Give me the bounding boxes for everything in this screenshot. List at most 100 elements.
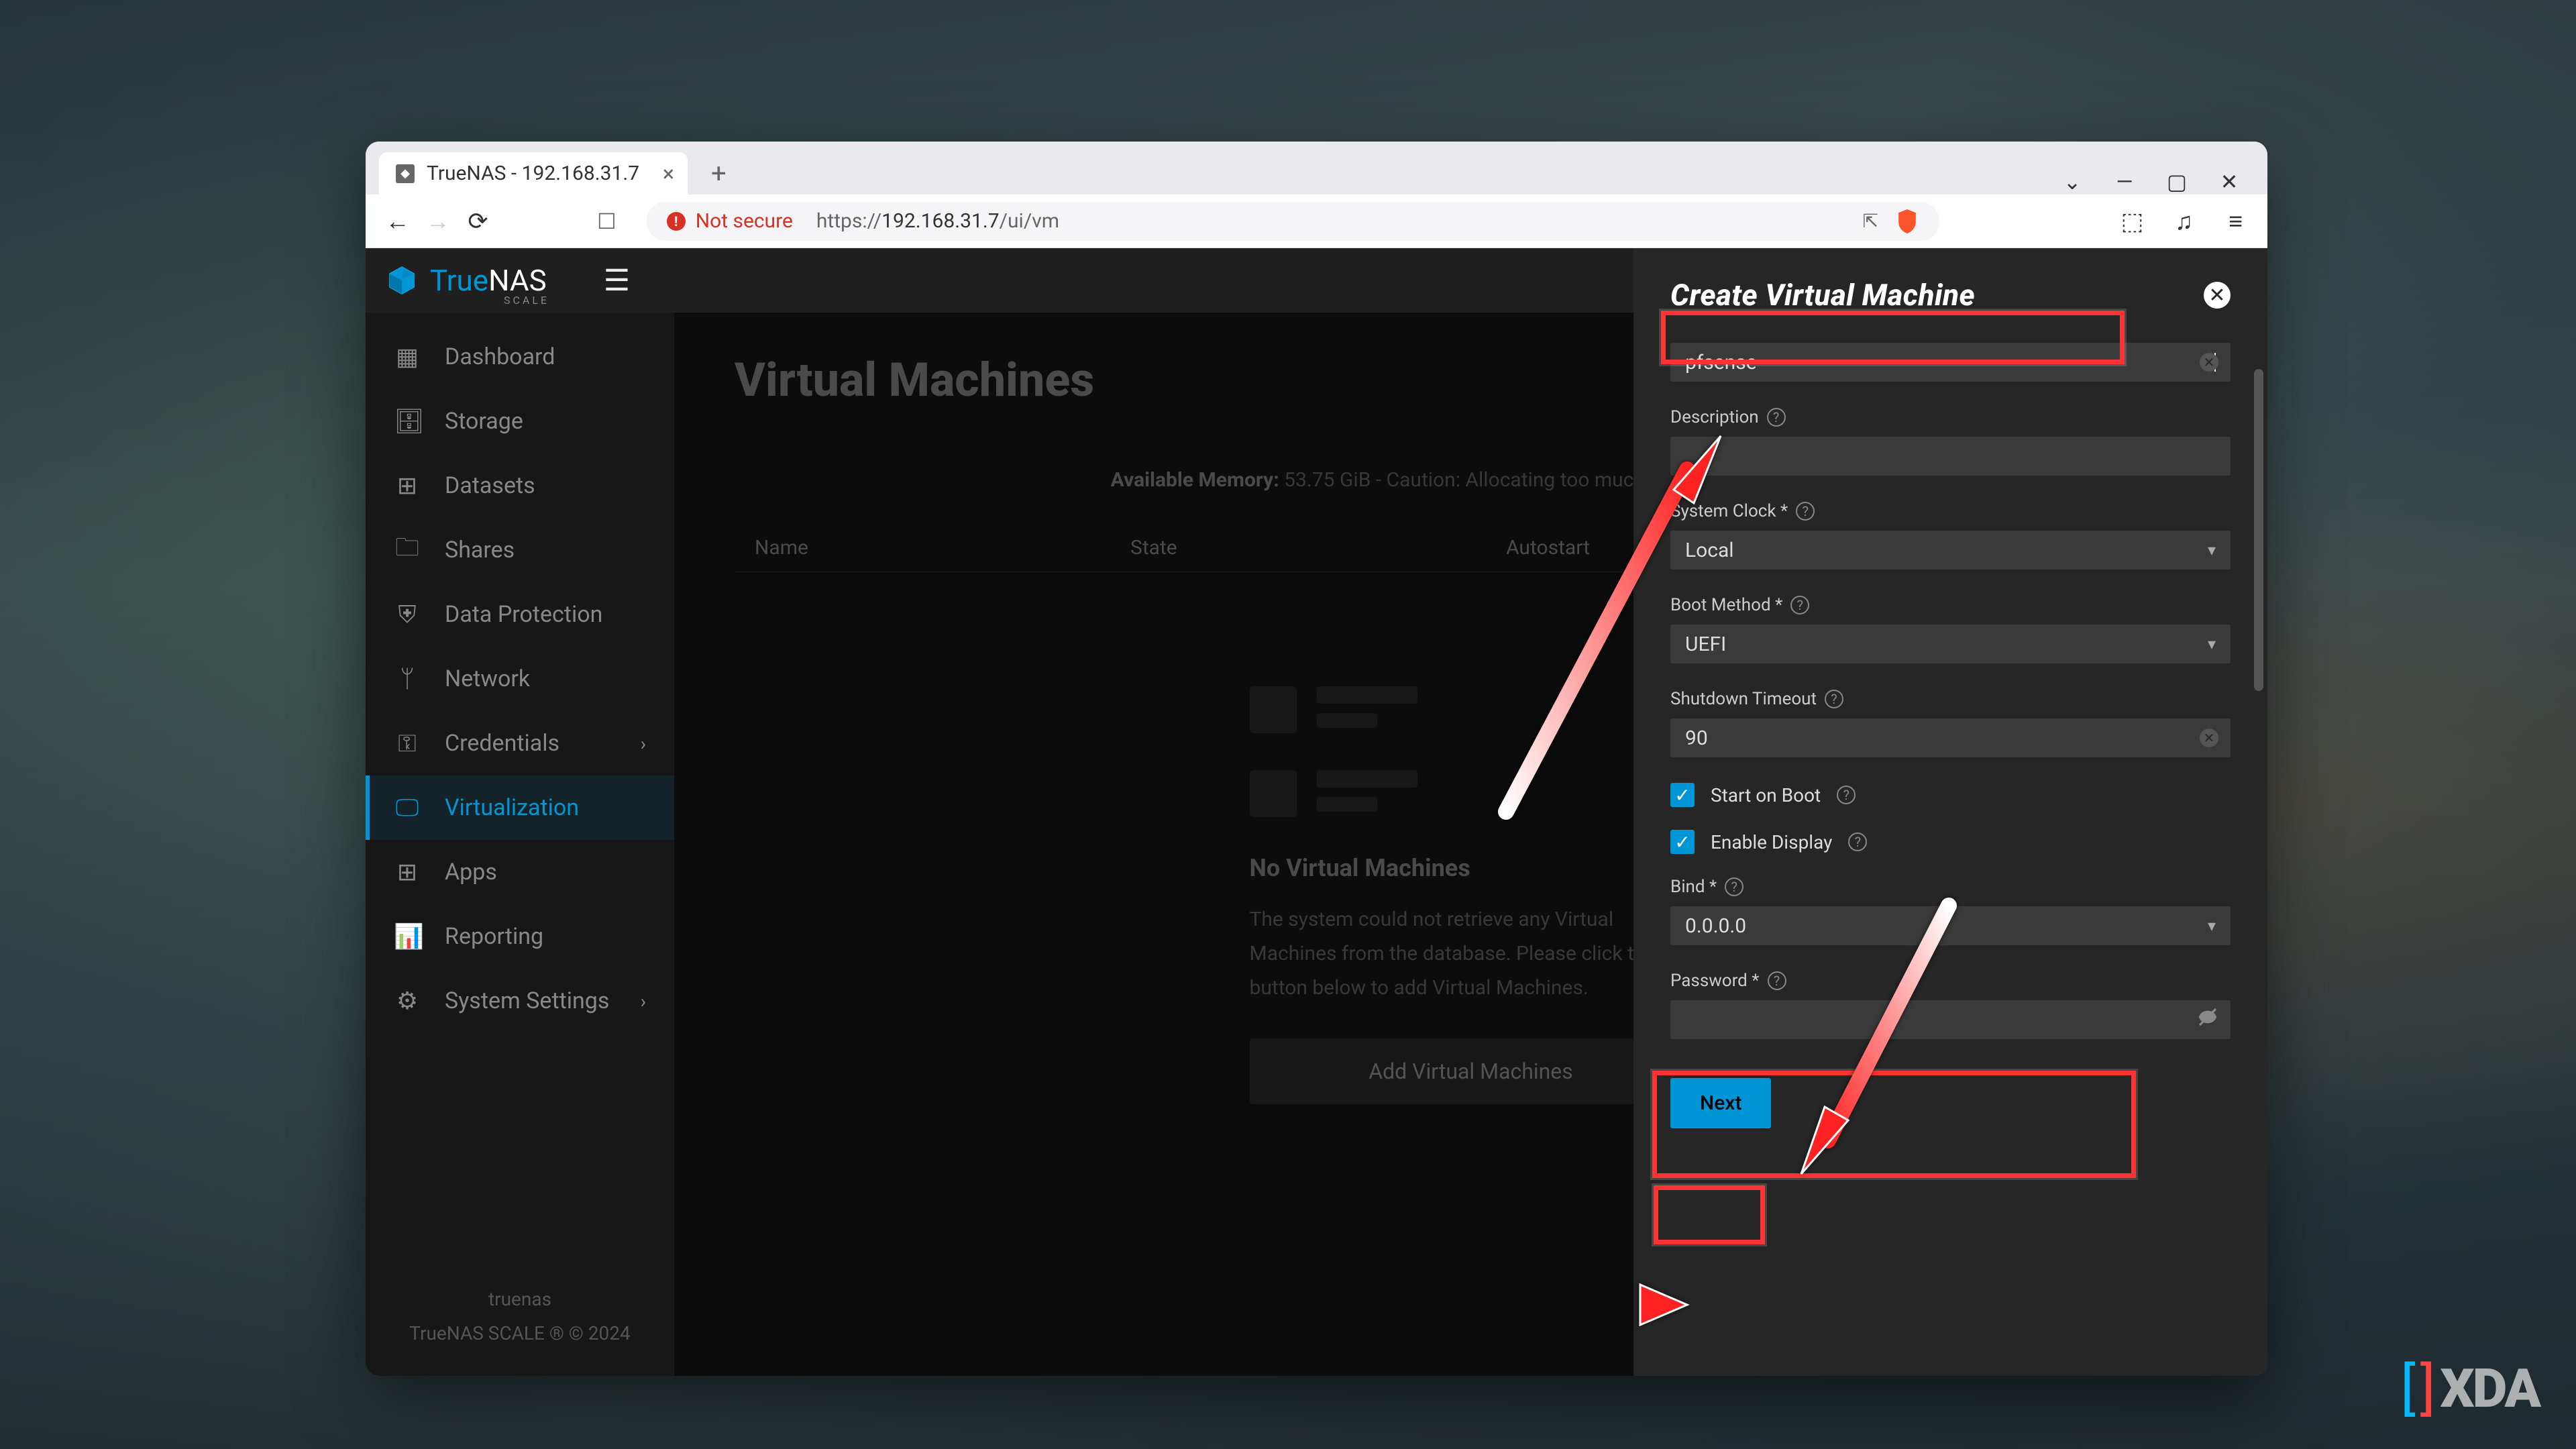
caret-down-icon: ▾	[2208, 916, 2216, 935]
help-icon[interactable]: ?	[1837, 786, 1856, 804]
sidebar-item-storage[interactable]: 🗄Storage	[366, 389, 674, 453]
sidebar-item-credentials[interactable]: ⚿Credentials›	[366, 711, 674, 775]
sidebar-item-network[interactable]: ᛘNetwork	[366, 647, 674, 711]
reload-button[interactable]: ⟳	[463, 207, 493, 235]
address-bar: ← → ⟳ ☐ ! Not secure https://192.168.31.…	[366, 195, 2267, 248]
col-state: State	[1130, 536, 1506, 559]
back-button[interactable]: ←	[382, 207, 413, 235]
password-label: Password *	[1670, 971, 1760, 991]
close-panel-button[interactable]: ✕	[2204, 282, 2231, 309]
empty-title: No Virtual Machines	[1250, 854, 1693, 882]
truenas-logo[interactable]: TrueNAS SCALE	[386, 263, 547, 298]
chevron-down-icon[interactable]: ⌄	[2059, 169, 2086, 195]
add-vm-button[interactable]: Add Virtual Machines	[1250, 1038, 1693, 1104]
caret-down-icon: ▾	[2208, 541, 2216, 559]
scrollbar[interactable]	[2254, 369, 2263, 1349]
sidebar-item-data-protection[interactable]: ⛨Data Protection	[366, 582, 674, 647]
tab-title: TrueNAS - 192.168.31.7	[427, 162, 651, 185]
help-icon[interactable]: ?	[1768, 971, 1786, 990]
sidebar-item-reporting[interactable]: 📊Reporting	[366, 904, 674, 969]
clear-icon[interactable]: ✕	[2200, 353, 2218, 372]
password-group: Password *?	[1670, 971, 2231, 1039]
forward-button[interactable]: →	[423, 207, 453, 235]
sidebar-item-dashboard[interactable]: ▦Dashboard	[366, 325, 674, 389]
logo-text: TrueNAS SCALE	[430, 263, 547, 298]
maximize-button[interactable]: ▢	[2163, 169, 2190, 195]
name-input[interactable]: pfsense ✕	[1670, 343, 2231, 382]
shares-icon: 🗀	[394, 530, 421, 571]
sidebar-footer: truenas TrueNAS SCALE ® © 2024	[366, 1269, 674, 1364]
browser-window: ◆ TrueNAS - 192.168.31.7 × + ⌄ — ▢ ✕ ← →…	[366, 142, 2267, 1376]
extensions-icon[interactable]: ⬚	[2117, 207, 2147, 235]
gear-icon: ⚙	[394, 987, 421, 1015]
checkbox-checked-icon[interactable]: ✓	[1670, 783, 1695, 807]
hamburger-icon[interactable]: ☰	[604, 263, 630, 298]
visibility-off-icon[interactable]	[2197, 1006, 2218, 1033]
bind-select[interactable]: 0.0.0.0▾	[1670, 906, 2231, 945]
sidebar-item-datasets[interactable]: ⊞Datasets	[366, 453, 674, 518]
sidebar-item-apps[interactable]: ⊞Apps	[366, 840, 674, 904]
description-input[interactable]	[1670, 437, 2231, 476]
favicon-icon: ◆	[396, 164, 415, 183]
name-value: pfsense	[1685, 351, 1757, 374]
boot-method-group: Boot Method *? UEFI▾	[1670, 595, 2231, 663]
sidebar-item-virtualization[interactable]: 🖵Virtualization	[366, 775, 674, 840]
password-input[interactable]	[1670, 1000, 2231, 1039]
start-on-boot-row[interactable]: ✓ Start on Boot ?	[1670, 783, 2231, 807]
logo-cube-icon	[386, 264, 418, 297]
chevron-right-icon: ›	[641, 733, 646, 755]
browser-tab[interactable]: ◆ TrueNAS - 192.168.31.7 ×	[379, 152, 688, 195]
key-icon: ⚿	[394, 729, 421, 758]
shield-icon: ⛨	[394, 600, 421, 629]
help-icon[interactable]: ?	[1825, 690, 1843, 708]
browser-toolbar-icons: ⬚ ♫ ≡	[2117, 207, 2251, 235]
system-clock-group: System Clock *? Local▾	[1670, 501, 2231, 570]
sidebar-item-shares[interactable]: 🗀Shares	[366, 518, 674, 582]
bookmark-icon[interactable]: ☐	[597, 209, 616, 234]
apps-icon: ⊞	[394, 858, 421, 886]
help-icon[interactable]: ?	[1725, 877, 1743, 896]
next-button[interactable]: Next	[1670, 1078, 1771, 1128]
empty-illustration	[1250, 686, 1693, 817]
checkbox-checked-icon[interactable]: ✓	[1670, 830, 1695, 854]
storage-icon: 🗄	[394, 407, 421, 435]
media-icon[interactable]: ♫	[2169, 207, 2199, 235]
shutdown-input[interactable]: 90 ✕	[1670, 718, 2231, 757]
new-tab-button[interactable]: +	[701, 152, 737, 195]
annotation-highlight	[1654, 1185, 1765, 1244]
sidebar-item-system-settings[interactable]: ⚙System Settings›	[366, 969, 674, 1033]
clock-select[interactable]: Local▾	[1670, 531, 2231, 570]
close-window-button[interactable]: ✕	[2216, 169, 2243, 195]
caret-down-icon: ▾	[2208, 635, 2216, 653]
url-text: https://192.168.31.7/ui/vm	[816, 209, 1059, 233]
clock-label: System Clock *	[1670, 501, 1788, 521]
boot-select[interactable]: UEFI▾	[1670, 625, 2231, 663]
brave-shield-icon[interactable]	[1895, 209, 1919, 233]
empty-state: No Virtual Machines The system could not…	[1250, 686, 1693, 1104]
create-vm-panel: Create Virtual Machine ✕ pfsense ✕ Descr…	[1633, 248, 2267, 1376]
not-secure-label: Not secure	[696, 209, 793, 233]
enable-display-label: Enable Display	[1711, 831, 1832, 853]
vm-icon: 🖵	[394, 794, 421, 822]
close-tab-icon[interactable]: ×	[663, 163, 674, 184]
url-field[interactable]: ! Not secure https://192.168.31.7/ui/vm …	[647, 202, 1939, 241]
minimize-button[interactable]: —	[2111, 169, 2138, 195]
share-icon[interactable]: ⇱	[1863, 210, 1878, 232]
help-icon[interactable]: ?	[1848, 833, 1867, 851]
panel-header: Create Virtual Machine ✕	[1670, 278, 2231, 313]
menu-icon[interactable]: ≡	[2220, 207, 2251, 235]
help-icon[interactable]: ?	[1790, 596, 1809, 614]
shutdown-timeout-group: Shutdown Timeout? 90 ✕	[1670, 689, 2231, 757]
app-root: TrueNAS SCALE ☰ iX systems	[366, 248, 2267, 1376]
description-label: Description	[1670, 407, 1759, 427]
panel-title: Create Virtual Machine	[1670, 278, 1975, 313]
enable-display-row[interactable]: ✓ Enable Display ?	[1670, 830, 2231, 854]
xda-watermark: []XDA	[2400, 1355, 2539, 1422]
help-icon[interactable]: ?	[1796, 502, 1815, 521]
scrollbar-thumb[interactable]	[2254, 369, 2263, 691]
help-icon[interactable]: ?	[1767, 408, 1786, 427]
boot-label: Boot Method *	[1670, 595, 1782, 615]
clear-icon[interactable]: ✕	[2200, 729, 2218, 747]
description-field-group: Description?	[1670, 407, 2231, 476]
chevron-right-icon: ›	[641, 990, 646, 1012]
